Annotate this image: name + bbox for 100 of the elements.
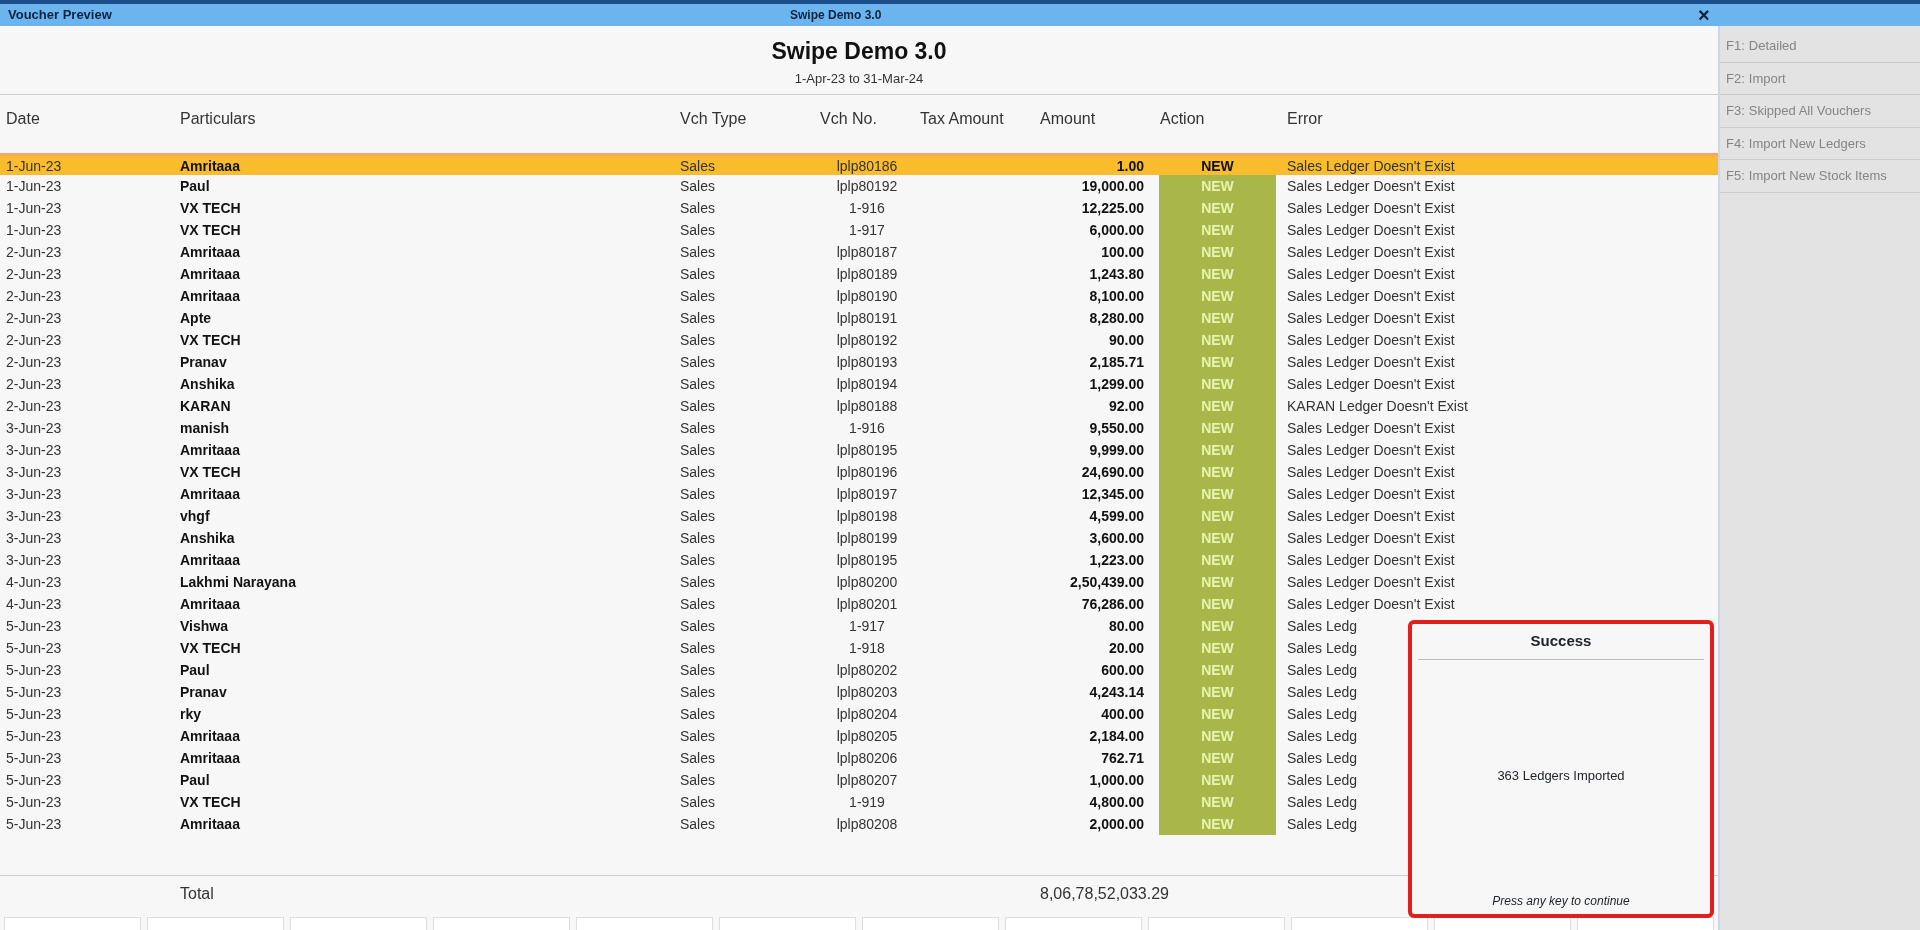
vch-type-cell-text: Sales [680,308,716,328]
vch-type-cell-text: Sales [680,286,716,306]
amount-cell-text: 80.00 [1108,616,1144,636]
error-cell-text: Sales Ledger Doesn't Exist [1287,462,1455,482]
amount-cell-text: 1.00 [1116,157,1144,176]
action-cell: NEW [1159,373,1276,395]
date-cell-text: 5-Jun-23 [6,638,62,658]
action-cell: NEW [1159,791,1276,813]
action-cell: NEW [1159,219,1276,241]
date-cell-text: 1-Jun-23 [6,220,62,240]
column-header: Vch Type [680,110,747,127]
date-cell-text: 3-Jun-23 [6,550,62,570]
particulars-cell-text: Lakhmi Narayana [180,572,296,592]
vch-no-cell-text: lplp80192 [836,330,898,350]
error-cell-text: Sales Ledger Doesn't Exist [1287,418,1455,438]
dialog-hint: Press any key to continue [1491,893,1631,910]
particulars-cell-text: VX TECH [180,638,241,658]
amount-cell-text: 90.00 [1108,330,1144,350]
particulars-cell-text: Amritaaa [180,748,240,768]
error-cell-text: Sales Ledger Doesn't Exist [1287,242,1455,262]
error-cell-text: Sales Ledger Doesn't Exist [1287,176,1455,196]
dialog-title: Success [1418,624,1704,660]
action-cell: NEW [1159,527,1276,549]
error-cell-text: Sales Ledger Doesn't Exist [1287,308,1455,328]
vch-type-cell-text: Sales [680,528,716,548]
vch-no-cell-text: lplp80191 [836,308,898,328]
close-button[interactable]: × [1696,5,1712,25]
error-cell-text: Sales Ledger Doesn't Exist [1287,572,1455,592]
column-header: Error [1287,110,1323,127]
action-cell: NEW [1159,395,1276,417]
action-cell: NEW [1159,285,1276,307]
error-cell-text: Sales Ledger Doesn't Exist [1287,484,1455,504]
amount-cell-text: 1,000.00 [1089,770,1144,790]
vch-no-cell-text: 1-917 [849,616,885,636]
company-title: Swipe Demo 3.0 [790,7,882,24]
amount-cell-text: 9,550.00 [1089,418,1144,438]
vch-no-cell-text: lplp80187 [836,242,898,262]
error-cell-text: Sales Ledger Doesn't Exist [1287,220,1455,240]
error-cell-text: Sales Ledg [1287,660,1358,680]
date-cell-text: 4-Jun-23 [6,572,62,592]
action-cell: NEW [1159,615,1276,637]
vch-no-cell-text: 1-917 [849,220,885,240]
total-amount: 8,06,78,52,033.29 [1040,884,1169,902]
vch-no-cell-text: lplp80195 [836,550,898,570]
vch-no-cell-text: lplp80192 [836,176,898,196]
particulars-cell-text: manish [180,418,229,438]
particulars-cell-text: Paul [180,660,210,680]
vch-no-cell-text: 1-919 [849,792,885,812]
vch-type-cell-text: Sales [680,264,716,284]
vch-no-cell-text: 1-918 [849,638,885,658]
dialog-message: 363 Ledgers Imported [1497,767,1625,785]
date-cell-text: 5-Jun-23 [6,682,62,702]
particulars-cell-text: VX TECH [180,792,241,812]
date-cell-text: 5-Jun-23 [6,792,62,812]
vch-type-cell-text: Sales [680,814,716,834]
error-cell-text: Sales Ledg [1287,792,1358,812]
date-cell-text: 5-Jun-23 [6,726,62,746]
amount-cell-text: 92.00 [1108,396,1144,416]
column-header: Amount [1040,110,1096,127]
vch-type-cell-text: Sales [680,176,716,196]
date-cell-text: 1-Jun-23 [6,198,62,218]
vch-type-cell-text: Sales [680,550,716,570]
error-cell-text: Sales Ledg [1287,704,1358,724]
action-cell: NEW [1159,505,1276,527]
vch-no-cell-text: lplp80198 [836,506,898,526]
error-cell-text: Sales Ledg [1287,814,1358,834]
vch-no-cell-text: lplp80202 [836,660,898,680]
particulars-cell-text: Amritaaa [180,550,240,570]
vch-no-cell-text: lplp80196 [836,462,898,482]
date-cell-text: 2-Jun-23 [6,330,62,350]
vch-no-cell-text: lplp80205 [836,726,898,746]
action-cell: NEW [1159,263,1276,285]
particulars-cell-text: Pranav [180,352,227,372]
amount-cell-text: 1,299.00 [1089,374,1144,394]
particulars-cell-text: KARAN [180,396,231,416]
action-cell: NEW [1159,637,1276,659]
error-cell-text: Sales Ledg [1287,616,1358,636]
date-cell-text: 3-Jun-23 [6,506,62,526]
vch-type-cell-text: Sales [680,242,716,262]
amount-cell-text: 8,100.00 [1089,286,1144,306]
date-cell-text: 2-Jun-23 [6,352,62,372]
error-cell-text: Sales Ledger Doesn't Exist [1287,550,1455,570]
column-header: Particulars [180,110,256,127]
particulars-cell-text: Paul [180,770,210,790]
particulars-cell-text: vhgf [180,506,210,526]
error-cell-text: Sales Ledger Doesn't Exist [1287,264,1455,284]
action-cell: NEW [1159,241,1276,263]
amount-cell-text: 6,000.00 [1089,220,1144,240]
vch-type-cell-text: Sales [680,572,716,592]
particulars-cell-text: Anshika [180,528,235,548]
date-cell-text: 2-Jun-23 [6,308,62,328]
amount-cell-text: 76,286.00 [1081,594,1144,614]
vch-no-cell-text: lplp80195 [836,440,898,460]
column-header: Vch No. [820,110,877,127]
amount-cell-text: 9,999.00 [1089,440,1144,460]
vch-type-cell-text: Sales [680,792,716,812]
selected-row-highlight[interactable]: 1-Jun-23 Amritaaa Sales lplp80186 1.00 NEW Sales Ledger Doesn't Exist [0,153,1718,175]
error-cell-text: Sales Ledger Doesn't Exist [1287,286,1455,306]
date-cell-text: 5-Jun-23 [6,616,62,636]
vch-type-cell-text: Sales [680,418,716,438]
